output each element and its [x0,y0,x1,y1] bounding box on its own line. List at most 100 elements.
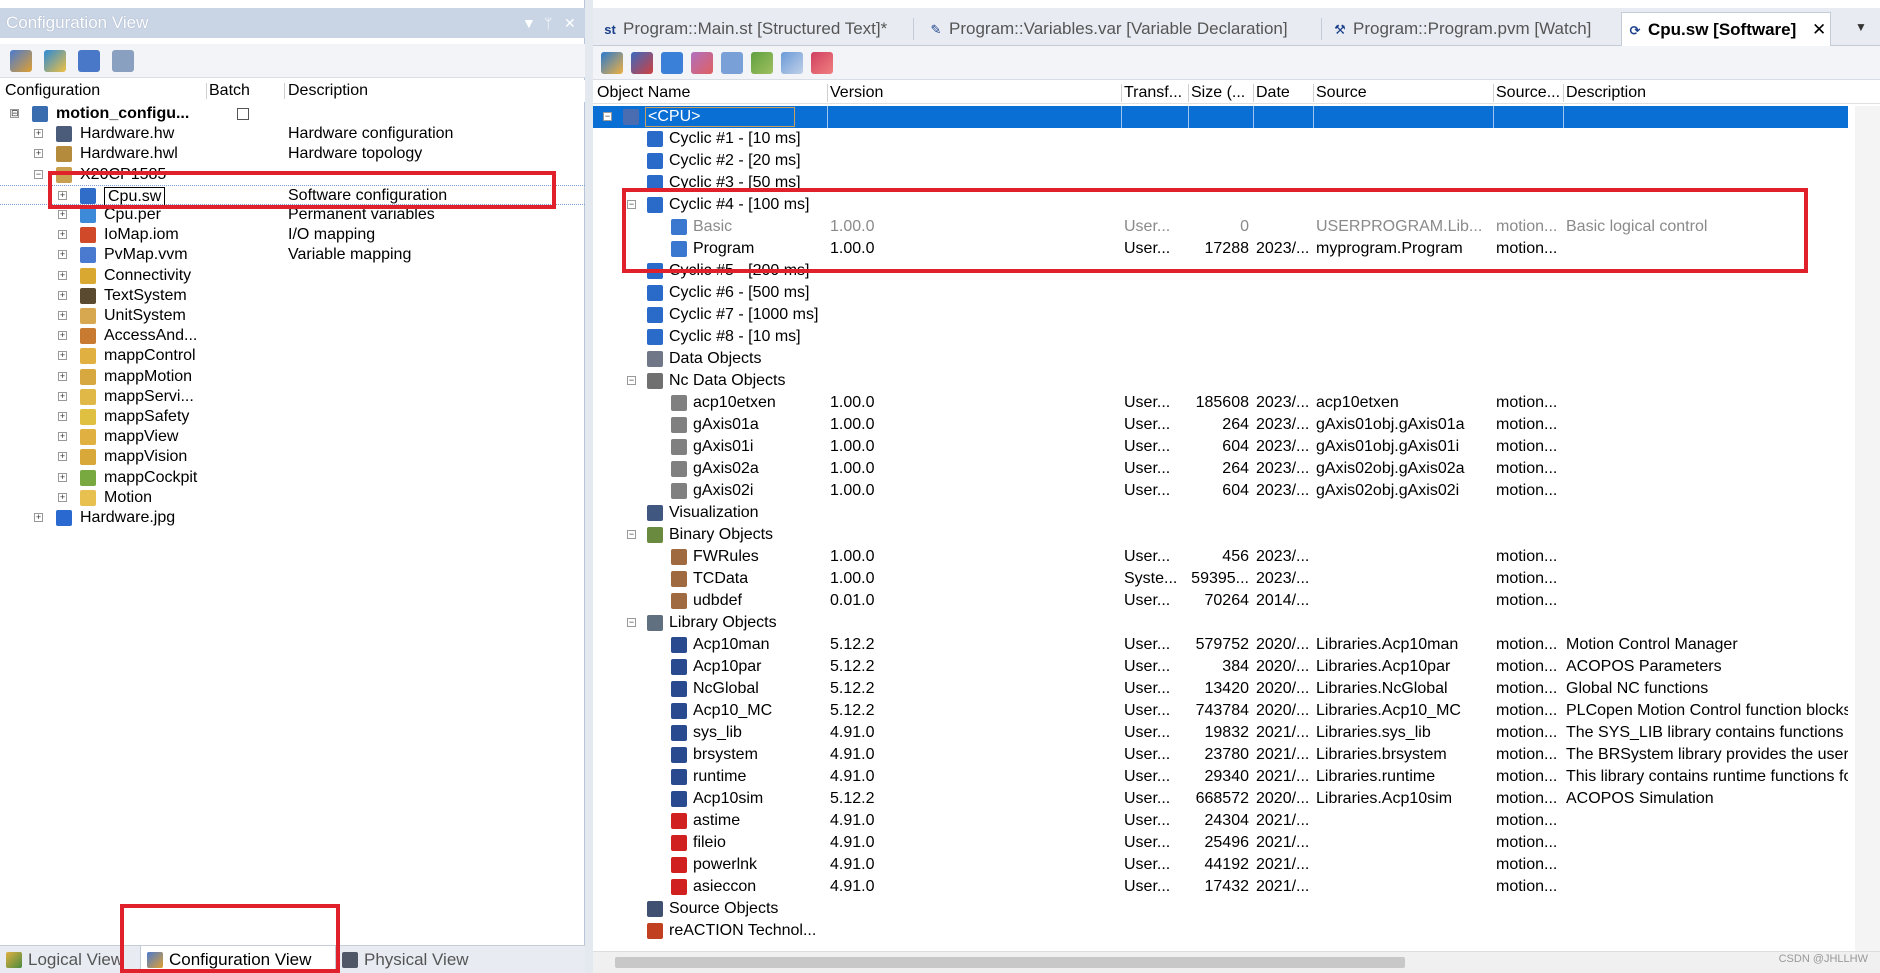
header-object-name[interactable]: Object Name [597,82,787,104]
tree-expander-icon[interactable]: + [34,513,43,522]
horizontal-scrollbar[interactable] [593,951,1880,973]
software-object-row[interactable]: − Binary Objects [593,524,1848,546]
config-tree-item[interactable]: + mappServi... [0,387,585,407]
tree-expander-icon[interactable]: + [58,452,67,462]
pane-pin-icon[interactable]: ᛘ [544,8,552,38]
config-tree-item[interactable]: + Connectivity [0,266,585,286]
config-tree-item[interactable]: ⊟ motion_configu... [0,104,585,124]
software-object-row[interactable]: udbdef 0.01.0 User... 70264 2014/... motion..… [593,590,1848,612]
software-object-row[interactable]: Acp10man 5.12.2 User... 579752 2020/... Libra… [593,634,1848,656]
header-batch[interactable]: Batch [209,80,250,102]
software-object-row[interactable]: Acp10_MC 5.12.2 User... 743784 2020/... Libra… [593,700,1848,722]
tree-expander-icon[interactable]: + [58,331,67,341]
software-object-row[interactable]: gAxis02i 1.00.0 User... 604 2023/... gAxis02o… [593,480,1848,502]
tree-expander-icon[interactable]: + [58,290,67,300]
add-configuration-icon[interactable] [10,50,32,72]
tree-expander-icon[interactable]: − [627,618,636,627]
header-size[interactable]: Size (... [1191,82,1253,104]
task-class-icon[interactable] [631,52,653,74]
tree-expander-icon[interactable]: − [627,376,636,385]
tab-close-icon[interactable]: ✕ [1812,13,1826,47]
tree-expander-icon[interactable]: − [603,112,612,121]
software-object-row[interactable]: brsystem 4.91.0 User... 23780 2021/... Librar… [593,744,1848,766]
properties-icon[interactable] [112,50,134,72]
software-object-row[interactable]: gAxis02a 1.00.0 User... 264 2023/... gAxis02o… [593,458,1848,480]
batch-checkbox[interactable] [237,108,249,120]
transfer-icon[interactable] [691,52,713,74]
config-tree-item[interactable]: + Hardware.hwl Hardware topology [0,144,585,164]
pane-splitter[interactable] [585,0,593,973]
tree-expander-icon[interactable]: + [58,250,67,260]
config-tree-item[interactable]: + Hardware.hw Hardware configuration [0,124,585,144]
refresh-icon[interactable] [781,52,803,74]
tree-expander-icon[interactable]: + [58,492,67,502]
rename-icon[interactable] [721,52,743,74]
config-tree-item[interactable]: + mappCockpit [0,468,585,488]
deploy-icon[interactable] [751,52,773,74]
object-name-edit-box[interactable]: <CPU> [645,107,795,127]
add-object-icon[interactable] [601,52,623,74]
tree-expander-icon[interactable]: + [58,311,67,320]
vertical-scrollbar[interactable] [1855,106,1880,951]
tab-menu-icon[interactable]: ▼ [1855,20,1867,34]
config-tree-item[interactable]: + mappView [0,427,585,447]
tree-expander-icon[interactable]: + [58,432,67,442]
tree-expander-icon[interactable]: + [58,351,67,361]
tree-expander-icon[interactable]: − [34,169,43,179]
tab-physical-view[interactable]: Physical View [336,946,496,973]
tree-expander-icon[interactable]: + [34,129,43,139]
tree-expander-icon[interactable]: + [58,230,67,240]
software-object-row[interactable]: Cyclic #6 - [500 ms] [593,282,1848,304]
software-object-row[interactable]: reACTION Technol... [593,920,1848,942]
remove-icon[interactable] [811,52,833,74]
software-object-row[interactable]: − Library Objects [593,612,1848,634]
software-object-row[interactable]: Cyclic #1 - [10 ms] [593,128,1848,150]
config-tree-item[interactable]: + Hardware.jpg [0,508,585,528]
header-description[interactable]: Description [288,80,368,102]
tree-expander-icon[interactable]: + [58,210,67,219]
pane-close-icon[interactable]: ✕ [564,8,576,38]
software-object-row[interactable]: runtime 4.91.0 User... 29340 2021/... Librari… [593,766,1848,788]
software-object-row[interactable]: Visualization [593,502,1848,524]
tab-main-st[interactable]: st Program::Main.st [Structured Text]* [597,12,903,46]
software-object-row[interactable]: Cyclic #2 - [20 ms] [593,150,1848,172]
config-tree-item[interactable]: + IoMap.iom I/O mapping [0,225,585,245]
config-tree-item[interactable]: + mappSafety [0,407,585,427]
software-object-row[interactable]: fileio 4.91.0 User... 25496 2021/... motion..… [593,832,1848,854]
tab-variables-var[interactable]: ✎ Program::Variables.var [Variable Decla… [923,12,1313,46]
software-object-row[interactable]: − <CPU> [593,106,1848,128]
tree-expander-icon[interactable]: ⊟ [10,109,19,118]
software-object-row[interactable]: sys_lib 4.91.0 User... 19832 2021/... Librari… [593,722,1848,744]
config-tree-item[interactable]: + PvMap.vvm Variable mapping [0,245,585,265]
tab-program-pvm[interactable]: ⚒ Program::Program.pvm [Watch] [1327,12,1627,46]
software-object-row[interactable]: Cyclic #7 - [1000 ms] [593,304,1848,326]
pane-dropdown-icon[interactable]: ▼ [522,8,536,38]
horizontal-scroll-thumb[interactable] [615,957,1405,968]
header-version[interactable]: Version [830,82,1110,104]
config-tree-item[interactable]: + mappVision [0,447,585,467]
header-date[interactable]: Date [1256,82,1312,104]
software-object-row[interactable]: powerlnk 4.91.0 User... 44192 2021/... motion… [593,854,1848,876]
config-tree-item[interactable]: + TextSystem [0,286,585,306]
tree-expander-icon[interactable]: + [58,472,67,482]
tree-expander-icon[interactable]: − [627,530,636,539]
header-configuration[interactable]: Configuration [5,80,100,102]
software-object-row[interactable]: acp10etxen 1.00.0 User... 185608 2023/... acp… [593,392,1848,414]
software-object-row[interactable]: astime 4.91.0 User... 24304 2021/... motion..… [593,810,1848,832]
header-description[interactable]: Description [1566,82,1846,104]
tree-expander-icon[interactable]: + [58,412,67,421]
header-source[interactable]: Source [1316,82,1486,104]
software-object-row[interactable]: Acp10par 5.12.2 User... 384 2020/... Librarie… [593,656,1848,678]
config-tree-item[interactable]: + AccessAnd... [0,326,585,346]
software-object-row[interactable]: asieccon 4.91.0 User... 17432 2021/... motion… [593,876,1848,898]
software-object-row[interactable]: Source Objects [593,898,1848,920]
tab-logical-view[interactable]: Logical View [0,946,140,973]
software-object-row[interactable]: Acp10sim 5.12.2 User... 668572 2020/... Libra… [593,788,1848,810]
software-object-row[interactable]: Cyclic #8 - [10 ms] [593,326,1848,348]
config-tree-item[interactable]: + mappMotion [0,367,585,387]
tree-expander-icon[interactable]: + [58,270,67,280]
software-object-row[interactable]: Data Objects [593,348,1848,370]
software-object-row[interactable]: gAxis01a 1.00.0 User... 264 2023/... gAxis01o… [593,414,1848,436]
software-object-row[interactable]: TCData 1.00.0 Syste... 59395... 2023/... moti… [593,568,1848,590]
config-tree-item[interactable]: + mappControl [0,346,585,366]
